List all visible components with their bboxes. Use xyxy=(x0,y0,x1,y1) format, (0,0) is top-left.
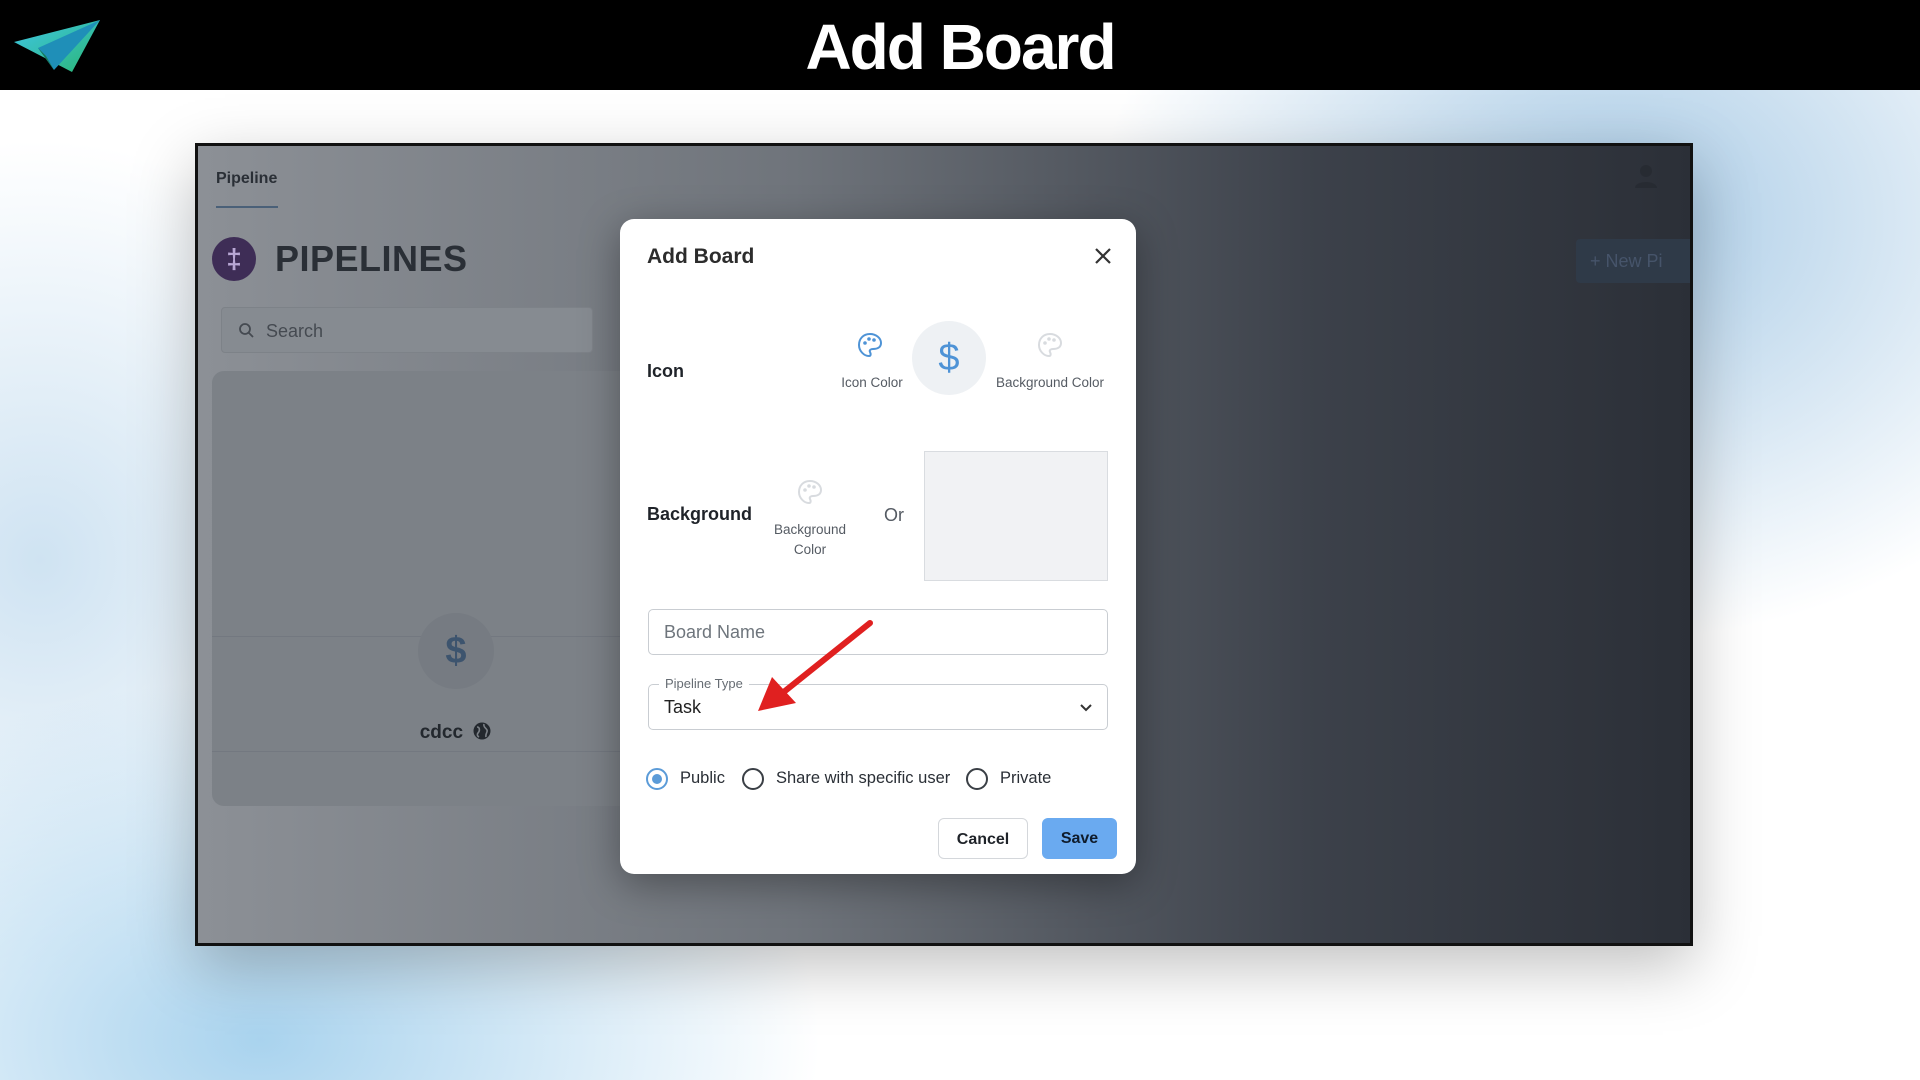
globe-icon xyxy=(473,722,491,740)
page-title: Add Board xyxy=(805,11,1116,83)
cancel-button[interactable]: Cancel xyxy=(938,818,1028,859)
background-color-label: Background Color xyxy=(760,522,860,557)
search-input[interactable]: Search xyxy=(221,307,593,353)
annotation-arrow-icon xyxy=(758,620,873,711)
or-label: Or xyxy=(884,505,904,525)
title-bar: Add Board xyxy=(0,0,1920,90)
radio-private-label: Private xyxy=(1000,769,1052,787)
new-pipeline-button[interactable]: + New Pi xyxy=(1576,239,1690,283)
icon-background-color-label: Background Color xyxy=(995,375,1105,390)
background-image-picker[interactable] xyxy=(924,451,1108,581)
background-color-label-line: Background xyxy=(773,522,847,537)
palette-icon[interactable] xyxy=(797,479,823,505)
chevron-down-icon xyxy=(1080,704,1092,712)
radio-private[interactable] xyxy=(966,768,988,790)
tab-underline xyxy=(216,206,278,208)
search-placeholder: Search xyxy=(266,321,324,341)
add-board-dialog: Add Board Icon Icon Color $ Background C… xyxy=(620,219,1136,874)
dollar-icon: $ xyxy=(418,613,494,689)
background-label: Background xyxy=(647,504,753,524)
radio-share-specific[interactable] xyxy=(742,768,764,790)
radio-share-specific-label: Share with specific user xyxy=(776,769,951,787)
pipeline-type-label: Pipeline Type xyxy=(659,676,749,691)
pipeline-type-value: Task xyxy=(664,697,702,717)
icon-color-label: Icon Color xyxy=(841,375,903,390)
save-button[interactable]: Save xyxy=(1042,818,1117,859)
user-icon[interactable] xyxy=(1632,162,1660,190)
icon-label: Icon xyxy=(647,361,685,381)
radio-public[interactable] xyxy=(646,768,668,790)
close-icon[interactable] xyxy=(1092,245,1114,267)
palette-icon[interactable] xyxy=(1037,332,1063,358)
pipelines-heading: PIPELINES xyxy=(275,238,468,279)
pipeline-card[interactable]: $ cdcc xyxy=(212,371,632,806)
background-color-label-line: Color xyxy=(793,542,827,557)
card-name-text: cdcc xyxy=(419,722,464,743)
search-icon xyxy=(239,323,254,338)
palette-icon[interactable] xyxy=(857,332,883,358)
tab-pipeline[interactable]: Pipeline xyxy=(216,170,277,188)
pipelines-logo-icon: ‡ xyxy=(212,237,256,281)
dollar-icon: $ xyxy=(912,321,986,395)
card-divider xyxy=(212,751,632,752)
radio-public-label: Public xyxy=(680,769,725,787)
dialog-title: Add Board xyxy=(647,245,755,268)
